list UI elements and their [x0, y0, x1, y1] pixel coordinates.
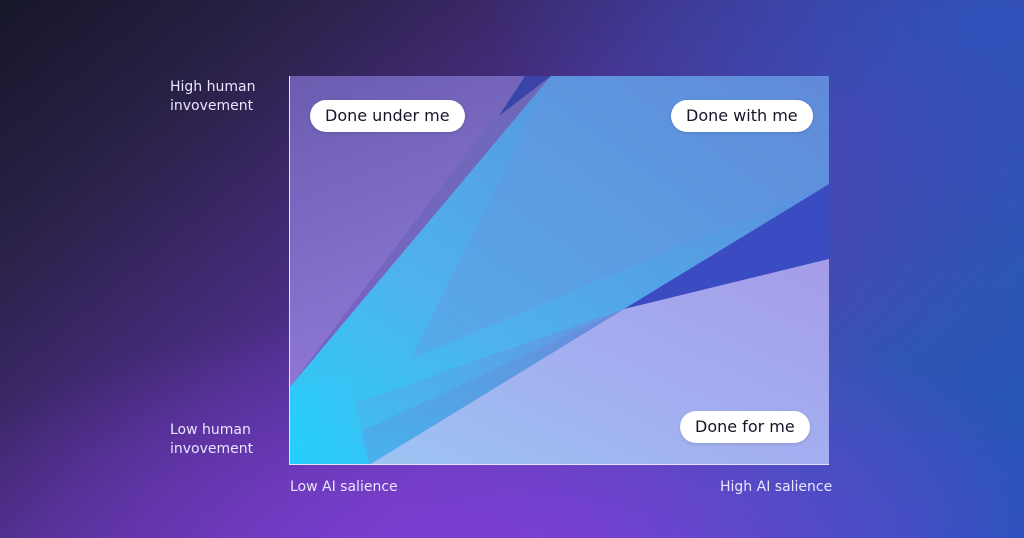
- y-axis-high-line-1: High human: [170, 79, 256, 95]
- quadrant-plot: [289, 76, 829, 465]
- y-axis-low-line-2: invovement: [170, 441, 254, 457]
- x-axis-low-label: Low AI salience: [290, 479, 398, 495]
- y-axis-low-label: Low human invovement: [170, 421, 253, 459]
- x-axis-high-label: High AI salience: [720, 479, 833, 495]
- y-axis-high-label: High human invovement: [170, 78, 255, 116]
- done-with-me-label: Done with me: [671, 100, 813, 132]
- done-for-me-label: Done for me: [680, 411, 810, 443]
- done-under-me-label: Done under me: [310, 100, 465, 132]
- quadrant-diagram: [289, 76, 829, 465]
- y-axis-low-line-1: Low human: [170, 422, 251, 438]
- y-axis-high-line-2: invovement: [170, 98, 254, 114]
